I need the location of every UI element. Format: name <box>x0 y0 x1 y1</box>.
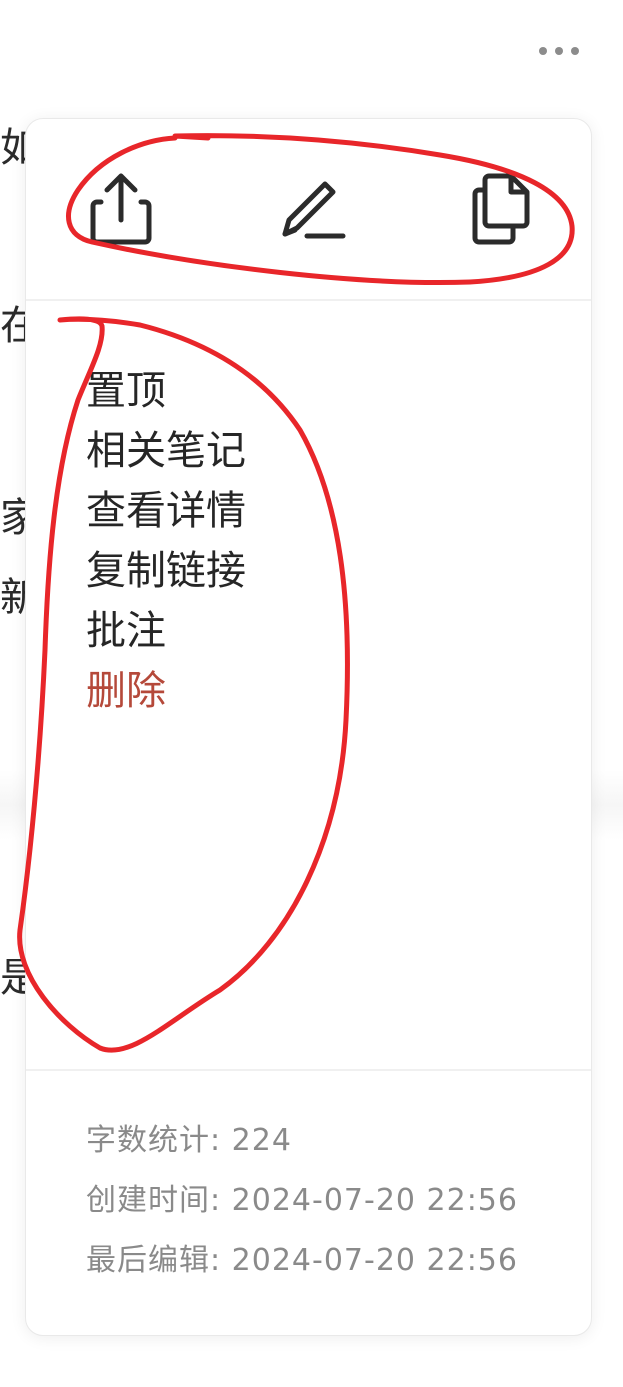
edit-button[interactable] <box>271 163 351 253</box>
more-dot <box>555 47 563 55</box>
menu-item-delete[interactable]: 删除 <box>26 631 591 751</box>
stats-divider <box>26 1069 591 1071</box>
note-actions-menu: 置顶 相关笔记 查看详情 复制链接 批注 删除 字数统计: 224 创建时间: … <box>25 118 592 1336</box>
menu-toolbar <box>26 119 591 299</box>
screen: 如 在 家 新 是 置顶 相关笔记 查看详情 复制链接 批注 删除 字数统计: … <box>0 0 623 1387</box>
last-edited-time: 最后编辑: 2024-07-20 22:56 <box>86 1243 518 1278</box>
more-options-button[interactable] <box>539 36 579 66</box>
copy-button[interactable] <box>461 163 541 253</box>
created-time: 创建时间: 2024-07-20 22:56 <box>86 1183 518 1218</box>
note-stats: 字数统计: 224 创建时间: 2024-07-20 22:56 最后编辑: 2… <box>86 1111 518 1291</box>
word-count: 字数统计: 224 <box>86 1123 292 1158</box>
pencil-icon <box>282 181 346 239</box>
more-dot <box>539 47 547 55</box>
menu-list: 置顶 相关笔记 查看详情 复制链接 批注 删除 <box>26 331 591 751</box>
more-dot <box>571 47 579 55</box>
toolbar-divider <box>26 299 591 301</box>
share-button[interactable] <box>81 163 161 253</box>
share-icon <box>90 173 152 245</box>
copy-icon <box>472 173 530 245</box>
